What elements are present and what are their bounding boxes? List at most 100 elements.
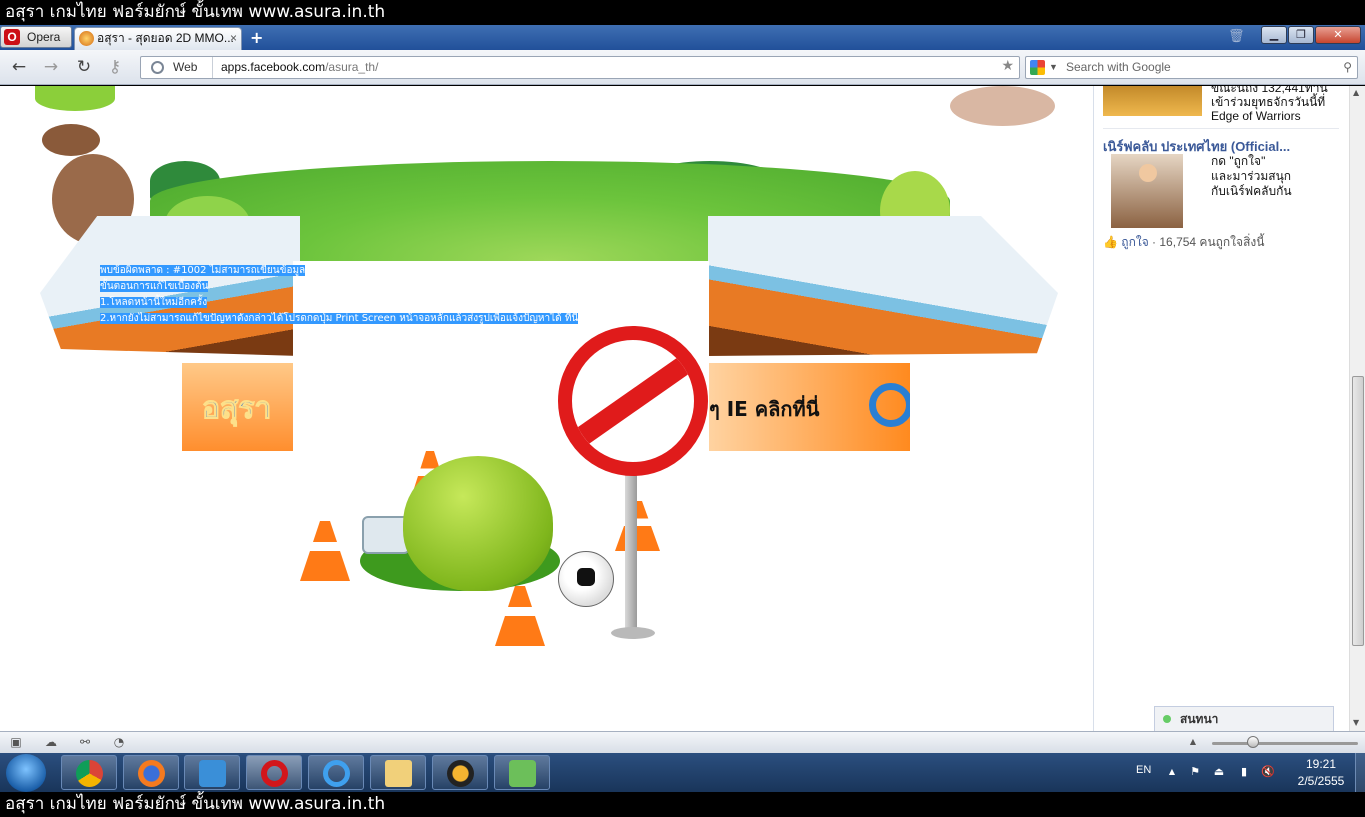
speed-dial-icon[interactable]: ◔ (112, 735, 126, 749)
zoom-slider-handle[interactable] (1247, 736, 1259, 748)
green-creature-image (35, 86, 115, 111)
ie-banner[interactable]: ๆ IE คลิกที่นี่ (709, 363, 910, 451)
reload-icon[interactable]: ↻ (73, 57, 95, 77)
url-path: /asura_th/ (325, 60, 379, 74)
internet-explorer-icon (323, 760, 350, 787)
restore-icon[interactable]: ❐ (1288, 26, 1314, 44)
opera-menu-label: Opera (27, 30, 61, 44)
taskbar-game-launcher[interactable] (432, 755, 488, 790)
url-input[interactable]: Web apps.facebook.com/asura_th/ ★ (140, 56, 1020, 79)
share-icon[interactable]: ⚯ (78, 735, 92, 749)
close-icon[interactable]: ✕ (1315, 26, 1361, 44)
network-icon (509, 760, 536, 787)
error-message: พบข้อผิดพลาด : #1002 ไม่สามารถเขียนข้อมู… (100, 263, 579, 327)
ad-image-nerf[interactable] (1111, 154, 1183, 228)
scroll-thumb[interactable] (1352, 376, 1364, 646)
tab-title: อสุรา - สุดยอด 2D MMO... (97, 31, 234, 45)
game-area: อสุรา ๆ IE คลิกที่นี่ พบข้อผิดพลาด : #10… (0, 86, 1092, 731)
boar-image (42, 124, 100, 156)
chrome-icon (76, 760, 103, 787)
windows-taskbar: EN ▲ ⚑ ⏏ ▮ 🔇 19:21 2/5/2555 (0, 753, 1365, 792)
taskbar-opera[interactable] (246, 755, 302, 790)
taskbar-app[interactable] (184, 755, 240, 790)
web-chip[interactable]: Web (141, 57, 213, 78)
bookmark-star-icon[interactable]: ★ (1001, 58, 1014, 74)
trash-icon[interactable]: 🗑 (1228, 29, 1245, 45)
language-indicator[interactable]: EN (1136, 764, 1151, 776)
asura-logo-banner[interactable]: อสุรา (182, 363, 293, 451)
volume-muted-icon[interactable]: 🔇 (1261, 765, 1275, 779)
ad-text[interactable]: ขณะนี้ถึง 132,441ท่าน เข้าร่วมยุทธจักรวั… (1211, 86, 1341, 123)
scroll-up-icon[interactable]: ▲ (1353, 88, 1359, 97)
asura-logo-text: อสุรา (201, 391, 272, 427)
search-placeholder: Search with Google (1066, 60, 1171, 74)
taskbar-network-app[interactable] (494, 755, 550, 790)
book-right-page (708, 216, 1058, 356)
cloud-icon[interactable]: ☁ (44, 735, 58, 749)
error-line: ขั้นตอนการแก้ไขเบื้องต้น (100, 281, 209, 292)
usb-icon[interactable]: ⏏ (1212, 765, 1226, 779)
like-link[interactable]: ถูกใจ (1121, 235, 1148, 249)
clock-date[interactable]: 2/5/2555 (1290, 774, 1352, 788)
favicon-icon (79, 31, 94, 46)
show-desktop-button[interactable] (1355, 753, 1365, 792)
no-entry-sign-icon (558, 326, 708, 476)
app-icon (199, 760, 226, 787)
folder-icon (385, 760, 412, 787)
ad-line: กด "ถูกใจ" (1211, 154, 1266, 168)
sad-blob-image (403, 456, 553, 591)
firefox-icon (138, 760, 165, 787)
panel-toggle-icon[interactable]: ▣ (9, 735, 23, 749)
address-toolbar: ← → ↻ ⚷ Web apps.facebook.com/asura_th/ … (0, 50, 1365, 85)
taskbar-internet-explorer[interactable] (308, 755, 364, 790)
opera-menu-button[interactable]: O Opera (0, 26, 72, 48)
tab-asura[interactable]: อสุรา - สุดยอด 2D MMO... × (74, 27, 242, 50)
sign-pole (625, 466, 637, 636)
online-status-icon (1163, 715, 1171, 723)
sign-base (611, 627, 655, 639)
page-scrollbar[interactable]: ▲ ▼ (1349, 86, 1365, 731)
browser-tab-bar: O Opera อสุรา - สุดยอด 2D MMO... × + 🗑 ▁… (0, 25, 1365, 50)
creature-image (950, 86, 1055, 126)
ad-line: ขณะนี้ถึง 132,441ท่าน (1211, 86, 1328, 95)
url-host: apps.facebook.com (221, 60, 326, 74)
internet-explorer-icon (869, 383, 910, 427)
start-button[interactable] (6, 754, 46, 792)
minimize-icon[interactable]: ▁ (1261, 26, 1287, 44)
search-input[interactable]: ▼ Search with Google ⚲ (1025, 56, 1358, 79)
thumbs-up-icon[interactable]: 👍 (1103, 235, 1118, 249)
tab-close-icon[interactable]: × (230, 28, 237, 49)
key-icon[interactable]: ⚷ (104, 57, 126, 77)
search-icon[interactable]: ⚲ (1343, 57, 1352, 78)
clock-time[interactable]: 19:21 (1296, 757, 1346, 771)
action-center-icon[interactable]: ⚑ (1188, 765, 1202, 779)
taskbar-chrome[interactable] (61, 755, 117, 790)
scroll-down-icon[interactable]: ▼ (1353, 718, 1359, 727)
network-signal-icon[interactable]: ▮ (1237, 765, 1251, 779)
chevron-up-icon[interactable]: ▲ (1186, 735, 1200, 749)
error-line-with-link[interactable]: 2.หากยังไม่สามารถแก้ไขปัญหาดังกล่าวได้โป… (100, 311, 579, 327)
chat-tab[interactable]: สนทนา (1154, 706, 1334, 731)
url-text: apps.facebook.com/asura_th/ (221, 57, 378, 78)
forward-icon[interactable]: → (40, 57, 62, 77)
ad-line: และมาร่วมสนุก (1211, 169, 1292, 183)
caption-top: อสุรา เกมไทย ฟอร์มยักษ์ ขั้นเทพ www.asur… (0, 0, 1365, 25)
tray-expand-icon[interactable]: ▲ (1165, 765, 1179, 779)
taskbar-firefox[interactable] (123, 755, 179, 790)
error-line: พบข้อผิดพลาด : #1002 ไม่สามารถเขียนข้อมู… (100, 265, 306, 276)
opera-logo-icon: O (4, 29, 20, 45)
soccer-ball-image (558, 551, 614, 607)
ad-line: กับเนิร์ฟคลับกัน (1211, 184, 1292, 198)
ie-banner-text: ๆ IE คลิกที่นี่ (709, 397, 820, 421)
zoom-slider[interactable] (1212, 742, 1358, 745)
browser-status-bar: ▣ ☁ ⚯ ◔ ▲ (0, 731, 1365, 753)
new-tab-button[interactable]: + (250, 28, 263, 47)
facebook-sidebar: ขณะนี้ถึง 132,441ท่าน เข้าร่วมยุทธจักรวั… (1093, 86, 1349, 731)
ad-text: กด "ถูกใจ" และมาร่วมสนุก กับเนิร์ฟคลับกั… (1211, 154, 1292, 199)
ad-image-edge-of-warriors[interactable] (1103, 86, 1202, 116)
taskbar-file-explorer[interactable] (370, 755, 426, 790)
ad-line: เข้าร่วมยุทธจักรวันนี้ที่ (1211, 95, 1326, 109)
chevron-down-icon[interactable]: ▼ (1049, 57, 1058, 78)
back-icon[interactable]: ← (8, 57, 30, 77)
globe-icon (151, 61, 164, 74)
